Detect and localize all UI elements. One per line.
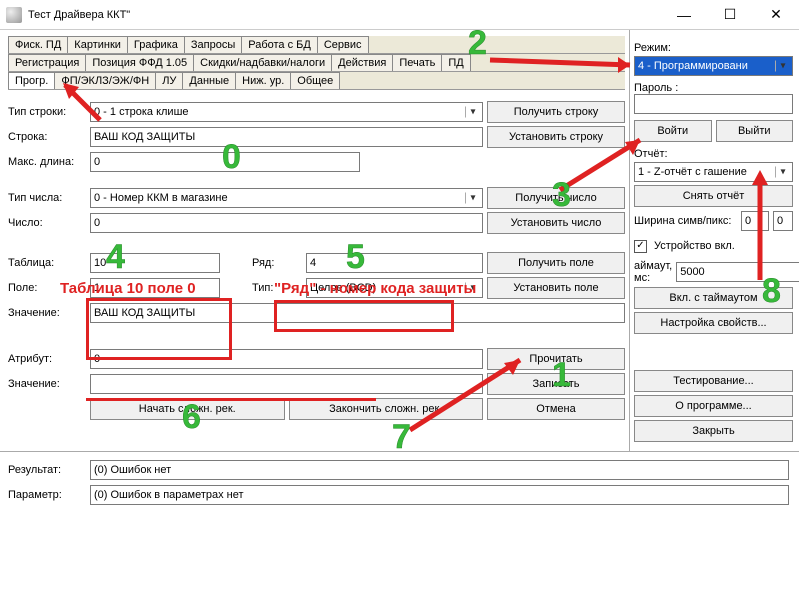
window-title: Тест Драйвера ККТ" — [28, 9, 661, 21]
max-length-input[interactable] — [90, 152, 360, 172]
number-type-select[interactable]: 0 - Номер ККМ в магазине — [90, 188, 483, 208]
enable-timeout-button[interactable]: Вкл. с таймаутом — [634, 287, 793, 309]
mode-select[interactable]: 4 - Программировани — [634, 56, 793, 76]
maximize-button[interactable]: ☐ — [707, 0, 753, 30]
begin-complex-button[interactable]: Начать сложн. рек. — [90, 398, 285, 420]
number-type-label: Тип числа: — [8, 192, 86, 204]
attribute-label: Атрибут: — [8, 353, 86, 365]
table-label: Таблица: — [8, 257, 86, 269]
max-length-label: Макс. длина: — [8, 156, 86, 168]
get-field-button[interactable]: Получить поле — [487, 252, 625, 274]
properties-button[interactable]: Настройка свойств... — [634, 312, 793, 334]
password-input[interactable] — [634, 94, 793, 114]
tab-tabs3-4[interactable]: Ниж. ур. — [235, 72, 291, 89]
minimize-button[interactable]: — — [661, 0, 707, 30]
tab-tabs2-2[interactable]: Скидки/надбавки/налоги — [193, 54, 332, 71]
row-input[interactable] — [306, 253, 483, 273]
number-label: Число: — [8, 217, 86, 229]
close-button[interactable]: Закрыть — [634, 420, 793, 442]
string-label: Строка: — [8, 131, 86, 143]
tab-tabs2-0[interactable]: Регистрация — [8, 54, 86, 71]
logout-button[interactable]: Выйти — [716, 120, 794, 142]
parameter-input — [90, 485, 789, 505]
table-input[interactable] — [90, 253, 220, 273]
tab-tabs1-0[interactable]: Фиск. ПД — [8, 36, 68, 53]
tab-tabs2-4[interactable]: Печать — [392, 54, 442, 71]
tab-tabs1-2[interactable]: Графика — [127, 36, 185, 53]
tab-tabs1-3[interactable]: Запросы — [184, 36, 242, 53]
tab-tabs3-0[interactable]: Прогр. — [8, 72, 55, 89]
about-button[interactable]: О программе... — [634, 395, 793, 417]
tab-tabs3-3[interactable]: Данные — [182, 72, 236, 89]
testing-button[interactable]: Тестирование... — [634, 370, 793, 392]
tab-tabs2-5[interactable]: ПД — [441, 54, 470, 71]
field-input[interactable] — [90, 278, 220, 298]
result-label: Результат: — [8, 464, 86, 476]
type-label: Тип: — [252, 282, 302, 294]
number-input[interactable] — [90, 213, 483, 233]
tab-tabs1-1[interactable]: Картинки — [67, 36, 128, 53]
value2-label: Значение: — [8, 378, 86, 390]
type-select[interactable]: Целое (BCD) — [306, 278, 483, 298]
row-label: Ряд: — [252, 257, 302, 269]
tab-tabs2-1[interactable]: Позиция ФФД 1.05 — [85, 54, 194, 71]
tab-tabs1-4[interactable]: Работа с БД — [241, 36, 318, 53]
value-label: Значение: — [8, 307, 86, 319]
set-number-button[interactable]: Установить число — [487, 212, 625, 234]
result-input — [90, 460, 789, 480]
app-icon — [6, 7, 22, 23]
close-window-button[interactable]: ✕ — [753, 0, 799, 30]
field-label: Поле: — [8, 282, 86, 294]
set-field-button[interactable]: Установить поле — [487, 277, 625, 299]
password-label: Пароль : — [634, 82, 793, 94]
device-on-checkbox[interactable]: ✓ — [634, 240, 647, 253]
tab-tabs1-5[interactable]: Сервис — [317, 36, 369, 53]
tab-tabs2-3[interactable]: Действия — [331, 54, 393, 71]
string-input[interactable] — [90, 127, 483, 147]
parameter-label: Параметр: — [8, 489, 86, 501]
tab-tabs3-2[interactable]: ЛУ — [155, 72, 183, 89]
timeout-label: аймаут, мс: — [634, 260, 672, 284]
mode-label: Режим: — [634, 42, 793, 54]
string-type-select[interactable]: 0 - 1 строка клише — [90, 102, 483, 122]
tab-tabs3-5[interactable]: Общее — [290, 72, 340, 89]
